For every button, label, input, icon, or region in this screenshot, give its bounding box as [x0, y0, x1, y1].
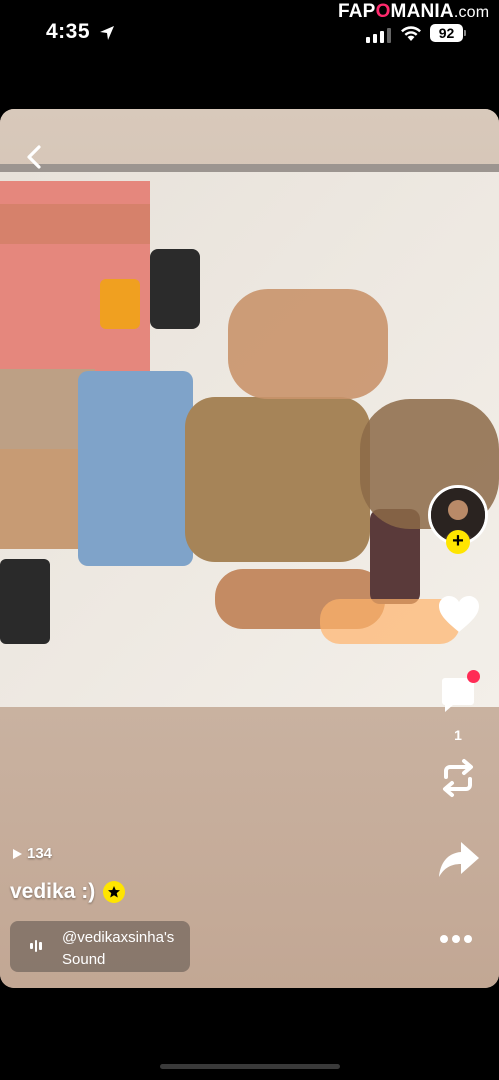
- status-time: 4:35: [46, 20, 91, 43]
- status-bar: 4:35 92 FAPOMANIA.com: [0, 0, 499, 70]
- sound-label: @vedikaxsinha's Sound: [62, 927, 174, 971]
- watermark-a: FAP: [338, 1, 376, 22]
- watermark-b: MANIA: [390, 1, 454, 22]
- follow-plus-button[interactable]: +: [446, 530, 470, 554]
- video-frame: [0, 109, 499, 988]
- share-arrow-icon[interactable]: [437, 840, 481, 880]
- sound-line-2: Sound: [62, 951, 106, 968]
- view-count-value: 134: [27, 845, 53, 862]
- watermark: FAPOMANIA.com: [338, 1, 489, 23]
- notification-dot: [467, 670, 480, 683]
- home-indicator[interactable]: [160, 1064, 340, 1069]
- sound-button[interactable]: @vedikaxsinha's Sound: [10, 921, 190, 972]
- battery-tip: [464, 30, 466, 36]
- more-dots-icon[interactable]: [440, 935, 472, 943]
- video-player[interactable]: [0, 109, 499, 988]
- battery-indicator: 92: [430, 24, 463, 42]
- sound-bars-icon: [30, 940, 42, 952]
- watermark-o: O: [375, 1, 391, 22]
- username-row[interactable]: vedika :): [10, 880, 126, 904]
- view-count: 134: [11, 845, 52, 862]
- heart-icon[interactable]: [437, 594, 481, 634]
- comment-count: 1: [454, 727, 462, 743]
- sound-line-1: @vedikaxsinha's: [62, 929, 175, 946]
- cellular-signal-icon: [366, 28, 391, 43]
- watermark-domain: .com: [453, 4, 490, 21]
- repost-icon[interactable]: [438, 757, 478, 799]
- star-badge-icon: [103, 881, 126, 903]
- back-chevron-icon[interactable]: [22, 143, 46, 171]
- play-icon: [13, 848, 22, 859]
- wifi-icon: [401, 26, 421, 41]
- username[interactable]: vedika :): [10, 880, 95, 904]
- location-arrow-icon: [100, 26, 114, 40]
